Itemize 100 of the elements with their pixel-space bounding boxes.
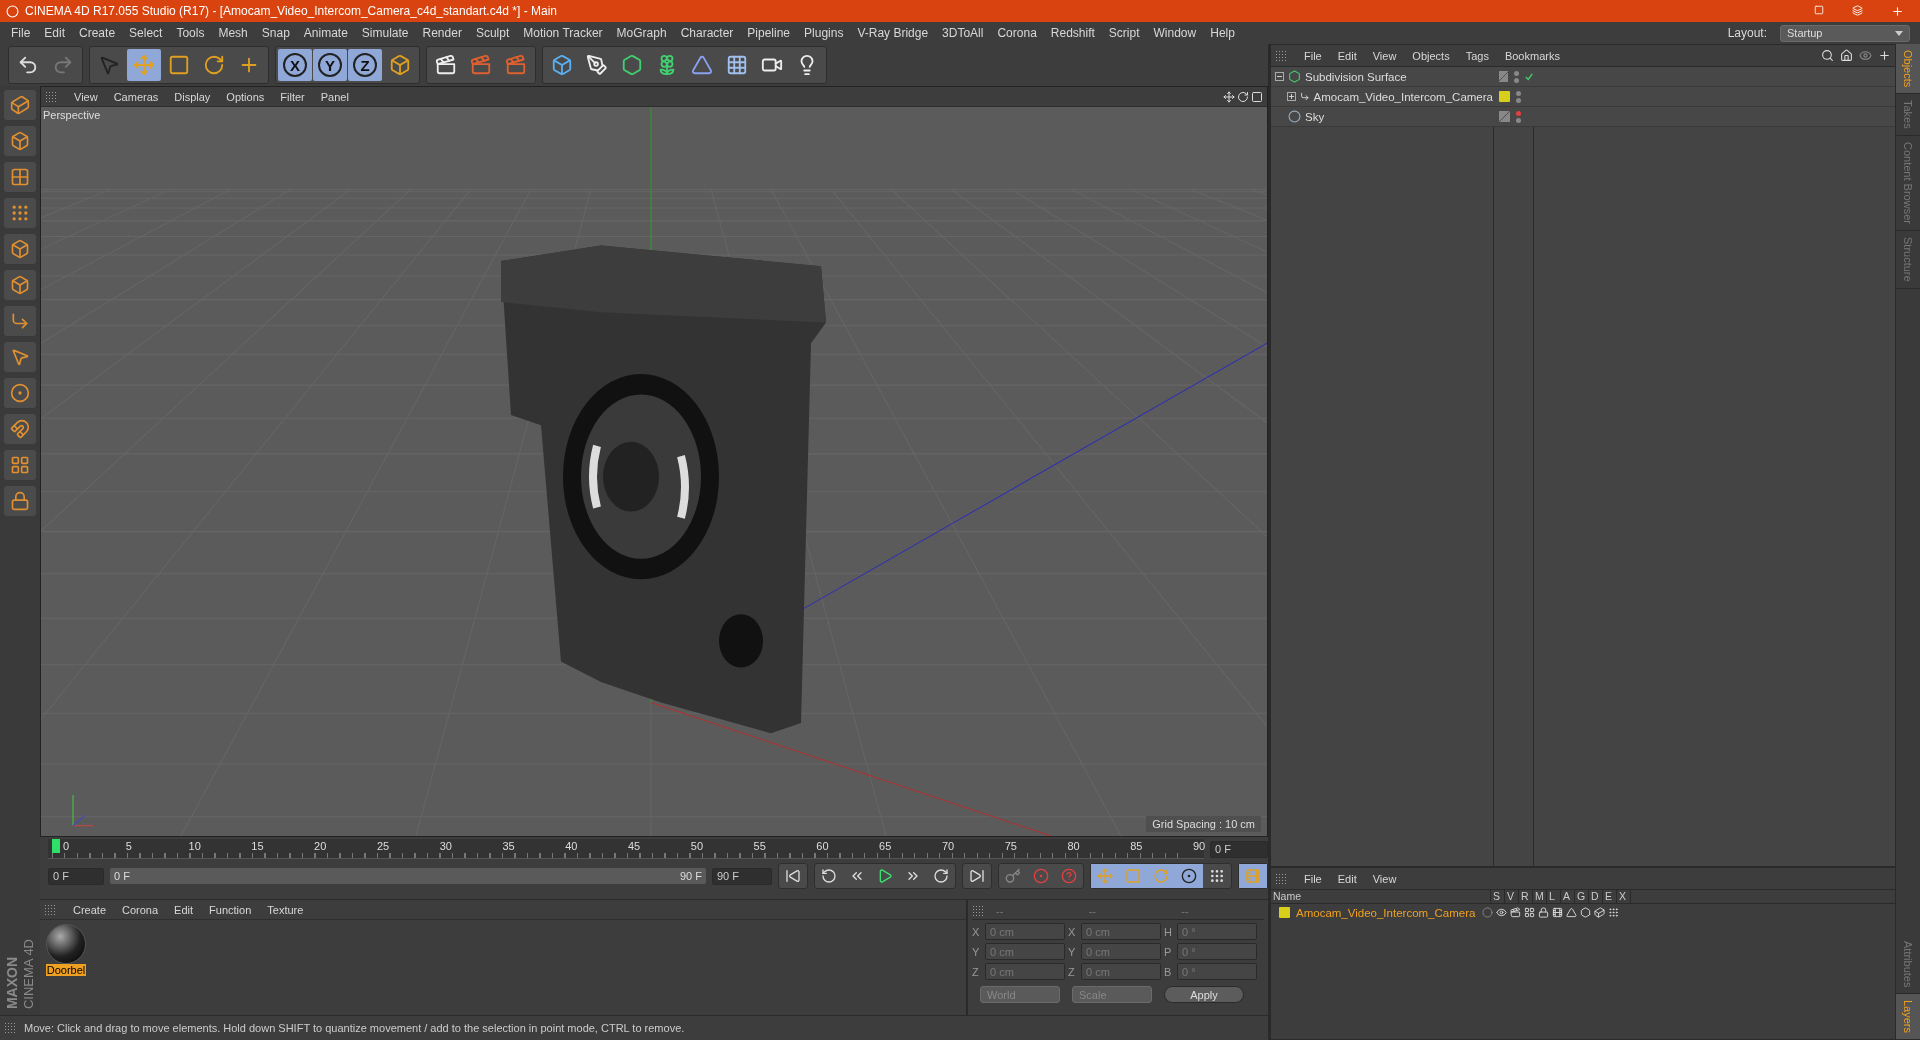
mode-button[interactable] xyxy=(4,414,36,444)
viewport-menu-item[interactable]: Filter xyxy=(273,90,312,103)
layer-name[interactable]: Amocam_Video_Intercom_Camera xyxy=(1296,906,1476,919)
layer-menu-item[interactable]: Edit xyxy=(1330,872,1364,885)
column-header[interactable]: D xyxy=(1589,890,1603,903)
column-header[interactable]: A xyxy=(1561,890,1575,903)
object-menu-item[interactable]: Objects xyxy=(1405,49,1457,62)
menu-item[interactable]: Character xyxy=(673,26,741,40)
magnet-icon xyxy=(10,419,30,439)
menu-item[interactable]: Corona xyxy=(990,26,1044,40)
side-tab[interactable]: Layers xyxy=(1896,993,1920,1040)
menu-item[interactable]: Redshift xyxy=(1043,26,1102,40)
timeline-ruler[interactable]: 0 5 10 15 20 25 30 35 40 45 50 55 60 65 70 75 80 85 90 xyxy=(48,839,1204,859)
object-row[interactable]: Sky xyxy=(1271,107,1493,127)
menu-item[interactable]: V-Ray Bridge xyxy=(850,26,936,40)
object-menu-item[interactable]: View xyxy=(1365,49,1404,62)
menu-item[interactable]: Snap xyxy=(254,26,297,40)
menu-item[interactable]: 3DToAll xyxy=(935,26,991,40)
viewport-menu-item[interactable]: View xyxy=(67,90,105,103)
menu-item[interactable]: Render xyxy=(415,26,469,40)
layout-dropdown[interactable]: Startup xyxy=(1780,24,1910,42)
viewport-menu-item[interactable]: Display xyxy=(167,90,218,103)
menu-item[interactable]: Edit xyxy=(37,26,73,40)
menu-item[interactable]: Window xyxy=(1146,26,1204,40)
material-preview[interactable] xyxy=(46,924,86,964)
frame-tick-label: 50 xyxy=(690,840,703,852)
side-tab[interactable]: Objects xyxy=(1896,44,1920,95)
object-menu-item[interactable]: Bookmarks xyxy=(1497,49,1567,62)
check-icon[interactable] xyxy=(1524,71,1533,82)
menu-item[interactable]: File xyxy=(4,26,38,40)
mode-button[interactable] xyxy=(4,126,36,156)
axis-lock-button[interactable]: X xyxy=(278,49,312,81)
material-name[interactable]: Doorbel xyxy=(45,964,87,976)
expand-toggle[interactable] xyxy=(1287,92,1296,101)
viewport-menu-item[interactable]: Cameras xyxy=(106,90,166,103)
mode-button[interactable] xyxy=(4,234,36,264)
visibility-dots-icon[interactable] xyxy=(1513,70,1519,83)
column-header[interactable]: L xyxy=(1547,890,1561,903)
menu-item[interactable]: Sculpt xyxy=(468,26,517,40)
axis-lock-button[interactable]: Z xyxy=(348,49,382,81)
object-name[interactable]: Amocam_Video_Intercom_Camera xyxy=(1313,90,1493,103)
apply-button[interactable]: Apply xyxy=(1164,986,1244,1003)
object-menu-item[interactable]: Edit xyxy=(1330,49,1364,62)
cube-icon xyxy=(10,239,30,259)
product-logo: CINEMA 4D xyxy=(21,938,36,1009)
object-name[interactable]: Subdivision Surface xyxy=(1305,70,1407,83)
menu-item[interactable]: Plugins xyxy=(797,26,851,40)
menu-item[interactable]: Tools xyxy=(169,26,212,40)
axis-lock-button[interactable]: Y xyxy=(313,49,347,81)
expand-toggle[interactable] xyxy=(1275,72,1284,81)
mode-button[interactable] xyxy=(4,486,36,516)
menu-item[interactable]: Script xyxy=(1101,26,1147,40)
object-row[interactable]: Subdivision Surface xyxy=(1271,67,1493,87)
column-header[interactable]: Name xyxy=(1271,890,1491,903)
column-header[interactable]: E xyxy=(1603,890,1617,903)
mode-button[interactable] xyxy=(4,450,36,480)
mode-button[interactable] xyxy=(4,198,36,228)
column-header[interactable]: R xyxy=(1519,890,1533,903)
material-menu-item[interactable]: Edit xyxy=(167,903,201,916)
column-header[interactable]: X xyxy=(1617,890,1631,903)
material-menu-item[interactable]: Create xyxy=(66,903,114,916)
menu-item[interactable]: Pipeline xyxy=(740,26,798,40)
mode-button[interactable] xyxy=(4,342,36,372)
material-menu-item[interactable]: Corona xyxy=(115,903,166,916)
material-menu-item[interactable]: Texture xyxy=(260,903,311,916)
object-menu-item[interactable]: Tags xyxy=(1458,49,1496,62)
layer-color-swatch[interactable] xyxy=(1279,907,1290,918)
menu-item[interactable]: Motion Tracker xyxy=(516,26,610,40)
mode-button[interactable] xyxy=(4,378,36,408)
column-header[interactable]: V xyxy=(1505,890,1519,903)
column-header[interactable]: G xyxy=(1575,890,1589,903)
column-header[interactable]: M xyxy=(1533,890,1547,903)
range-slider[interactable]: 0 F 90 F xyxy=(110,868,706,884)
menu-item[interactable]: Animate xyxy=(296,26,355,40)
object-name[interactable]: Sky xyxy=(1305,110,1325,123)
object-menu-item[interactable]: File xyxy=(1297,49,1329,62)
viewport-menu-item[interactable]: Panel xyxy=(313,90,356,103)
visibility-dots-icon[interactable] xyxy=(1516,90,1521,103)
menu-item[interactable]: Mesh xyxy=(211,26,255,40)
key-parameter-button[interactable] xyxy=(1175,864,1203,888)
menu-item[interactable]: Help xyxy=(1203,26,1242,40)
menu-item[interactable]: MoGraph xyxy=(609,26,674,40)
layer-menu-item[interactable]: File xyxy=(1297,872,1329,885)
start-frame-field[interactable]: 0 F xyxy=(48,867,104,885)
current-frame-field[interactable]: 0 F xyxy=(1210,840,1268,858)
material-menu-item[interactable]: Function xyxy=(202,903,259,916)
menu-item[interactable]: Simulate xyxy=(354,26,416,40)
visibility-dots-icon[interactable] xyxy=(1516,110,1521,123)
mode-button[interactable] xyxy=(4,270,36,300)
layout-label: Layout: xyxy=(1726,26,1768,40)
menu-item[interactable]: Select xyxy=(122,26,170,40)
layer-menu-item[interactable]: View xyxy=(1365,872,1404,885)
3d-viewport[interactable]: Perspective Grid Spacing : 10 cm xyxy=(41,107,1267,836)
menu-item[interactable]: Create xyxy=(72,26,123,40)
mode-button[interactable] xyxy=(4,90,36,120)
end-frame-field[interactable]: 90 F xyxy=(712,867,772,885)
mode-button[interactable] xyxy=(4,162,36,192)
column-header[interactable]: S xyxy=(1491,890,1505,903)
mode-button[interactable] xyxy=(4,306,36,336)
viewport-menu-item[interactable]: Options xyxy=(219,90,272,103)
